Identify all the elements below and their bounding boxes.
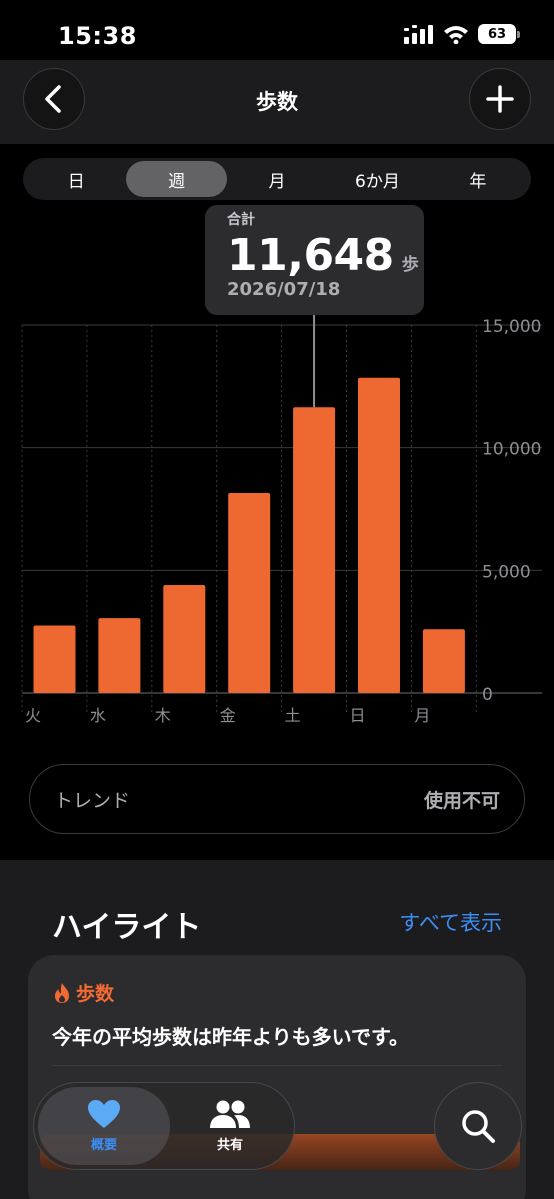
bar-日 — [358, 377, 400, 693]
tooltip-label: 合計 — [227, 212, 255, 228]
highlight-tag-label: 歩数 — [76, 983, 115, 1005]
highlight-tag: 歩数 — [52, 979, 114, 1006]
selected-day-tooltip: 合計 11,648 歩 2026/07/18 — [205, 205, 424, 315]
flame-icon — [55, 982, 69, 1003]
highlight-divider — [52, 1065, 502, 1066]
plus-icon — [486, 85, 514, 113]
bar-火 — [33, 625, 76, 693]
tab-summary-label: 概要 — [90, 1138, 117, 1153]
x-tick-label: 月 — [414, 706, 430, 725]
trend-status: 使用不可 — [423, 789, 500, 812]
add-data-button[interactable] — [469, 68, 531, 130]
tab-sharing-label: 共有 — [216, 1138, 243, 1153]
tooltip-value: 11,648 — [227, 230, 394, 281]
bar-木 — [163, 585, 206, 693]
highlights-title: ハイライト — [52, 910, 202, 945]
search-button[interactable] — [434, 1082, 522, 1170]
trend-label: トレンド — [54, 789, 131, 812]
period-segmented-control: 日 週 月 6か月 年 — [23, 158, 531, 200]
battery-level: 63 — [487, 26, 507, 42]
tab-bar: 概要 共有 — [33, 1082, 295, 1170]
bar-金 — [228, 493, 271, 693]
bar-月 — [422, 629, 465, 693]
tab-week[interactable]: 週 — [126, 161, 227, 197]
x-tick-label: 木 — [155, 706, 171, 725]
x-tick-label: 火 — [25, 706, 41, 725]
see-all-link[interactable]: すべて表示 — [399, 907, 502, 937]
tooltip-value-row: 11,648 歩 — [227, 230, 419, 281]
heart-icon — [88, 1100, 120, 1128]
status-icons: 63 — [404, 24, 520, 44]
tab-year[interactable]: 年 — [428, 161, 528, 197]
tab-month[interactable]: 月 — [227, 161, 327, 197]
nav-header: 歩数 — [0, 60, 554, 144]
battery-indicator: 63 — [478, 24, 520, 44]
trend-card[interactable]: トレンド 使用不可 — [29, 764, 525, 834]
highlight-text: 今年の平均歩数は昨年よりも多いです。 — [52, 1025, 409, 1049]
tab-day[interactable]: 日 — [26, 161, 126, 197]
x-tick-label: 日 — [350, 706, 366, 725]
cellular-signal-icon — [404, 25, 433, 44]
tab-six-months[interactable]: 6か月 — [327, 161, 427, 197]
tab-sharing[interactable]: 共有 — [170, 1087, 290, 1165]
people-icon — [210, 1100, 250, 1128]
y-tick-label: 10,000 — [482, 440, 541, 460]
tooltip-date: 2026/07/18 — [227, 279, 341, 300]
x-tick-label: 金 — [220, 706, 236, 725]
y-tick-label: 0 — [482, 685, 493, 705]
search-icon — [462, 1110, 495, 1143]
status-time: 15:38 — [58, 22, 137, 50]
tooltip-unit: 歩 — [401, 255, 419, 275]
wifi-icon — [444, 26, 468, 44]
tab-summary[interactable]: 概要 — [38, 1087, 170, 1165]
y-tick-label: 15,000 — [482, 317, 541, 337]
bar-土 — [293, 407, 336, 693]
x-tick-label: 土 — [285, 706, 301, 725]
y-tick-label: 5,000 — [482, 562, 531, 582]
bar-水 — [98, 618, 141, 693]
steps-bar-chart[interactable]: 15,000 10,000 5,000 0 火 水 木 金 土 日 月 — [0, 310, 554, 730]
x-tick-label: 水 — [90, 706, 106, 725]
